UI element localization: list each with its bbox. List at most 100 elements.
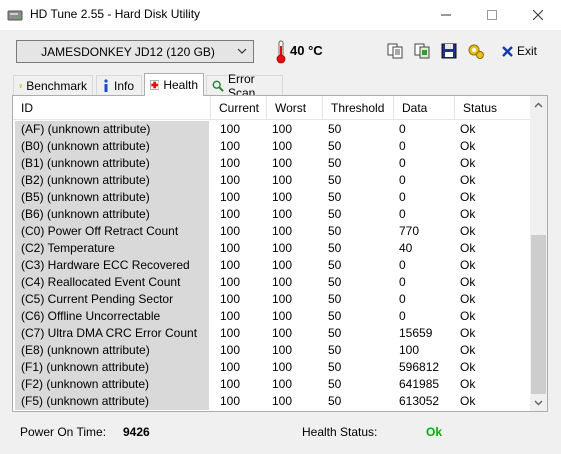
table-row[interactable]: (F5) (unknown attribute) 100 100 50 613052 Ok	[13, 393, 531, 410]
cell-data: 0	[399, 156, 406, 170]
cell-data: 596812	[399, 360, 440, 374]
drive-select[interactable]: JAMESDONKEY JD12 (120 GB)	[16, 40, 254, 63]
cell-worst: 100	[272, 377, 293, 391]
thermometer-icon	[276, 40, 286, 64]
column-header-current[interactable]: Current	[211, 96, 267, 120]
cell-id: (F1) (unknown attribute)	[15, 359, 209, 376]
cell-status: Ok	[460, 275, 476, 289]
tab-health[interactable]: Health	[144, 73, 204, 96]
cell-status: Ok	[460, 309, 476, 323]
table-row[interactable]: (F2) (unknown attribute) 100 100 50 641985 Ok	[13, 376, 531, 393]
cell-data: 0	[399, 207, 406, 221]
cell-worst: 100	[272, 156, 293, 170]
smart-attribute-list[interactable]: ID Current Worst Threshold Data Status (…	[12, 95, 548, 412]
save-button[interactable]	[438, 40, 460, 62]
cell-current: 100	[220, 173, 241, 187]
list-header: ID Current Worst Threshold Data Status	[13, 96, 531, 120]
drive-select-value: JAMESDONKEY JD12 (120 GB)	[41, 44, 215, 59]
cell-current: 100	[220, 275, 241, 289]
cell-status: Ok	[460, 122, 476, 136]
cell-id: (C3) Hardware ECC Recovered	[15, 257, 209, 274]
cell-status: Ok	[460, 394, 476, 408]
cell-threshold: 50	[328, 292, 342, 306]
column-header-id[interactable]: ID	[13, 96, 211, 120]
close-button[interactable]	[515, 0, 561, 30]
exit-button[interactable]: Exit	[501, 40, 537, 62]
vertical-scrollbar[interactable]	[530, 96, 547, 411]
cell-status: Ok	[460, 190, 476, 204]
table-row[interactable]: (AF) (unknown attribute) 100 100 50 0 Ok	[13, 121, 531, 138]
cell-worst: 100	[272, 258, 293, 272]
table-row[interactable]: (B6) (unknown attribute) 100 100 50 0 Ok	[13, 206, 531, 223]
cell-id: (C0) Power Off Retract Count	[15, 223, 209, 240]
chevron-up-icon	[534, 102, 543, 107]
column-header-threshold[interactable]: Threshold	[323, 96, 394, 120]
cell-threshold: 50	[328, 394, 342, 408]
table-row[interactable]: (B5) (unknown attribute) 100 100 50 0 Ok	[13, 189, 531, 206]
table-row[interactable]: (C7) Ultra DMA CRC Error Count 100 100 50 15…	[13, 325, 531, 342]
maximize-button[interactable]	[469, 0, 515, 30]
minimize-button[interactable]	[423, 0, 469, 30]
table-row[interactable]: (C5) Current Pending Sector 100 100 50 0 Ok	[13, 291, 531, 308]
column-header-data[interactable]: Data	[394, 96, 455, 120]
health-footer: Power On Time: 9426 Health Status: Ok	[0, 412, 561, 454]
tab-info[interactable]: Info	[96, 75, 142, 95]
cell-threshold: 50	[328, 326, 342, 340]
scroll-down-button[interactable]	[530, 394, 547, 411]
cell-worst: 100	[272, 292, 293, 306]
cell-current: 100	[220, 326, 241, 340]
tab-benchmark[interactable]: Benchmark	[13, 75, 93, 95]
tab-label: Info	[114, 78, 135, 93]
cell-id: (F5) (unknown attribute)	[15, 393, 209, 410]
cell-id: (C5) Current Pending Sector	[15, 291, 209, 308]
tab-label: Benchmark	[26, 78, 87, 93]
scroll-up-button[interactable]	[530, 96, 547, 113]
cell-data: 0	[399, 275, 406, 289]
table-row[interactable]: (B2) (unknown attribute) 100 100 50 0 Ok	[13, 172, 531, 189]
cell-current: 100	[220, 360, 241, 374]
cell-status: Ok	[460, 258, 476, 272]
cell-current: 100	[220, 394, 241, 408]
cell-current: 100	[220, 292, 241, 306]
cell-worst: 100	[272, 173, 293, 187]
minimize-icon	[441, 14, 451, 16]
cell-current: 100	[220, 122, 241, 136]
table-row[interactable]: (F1) (unknown attribute) 100 100 50 596812 Ok	[13, 359, 531, 376]
cell-worst: 100	[272, 190, 293, 204]
table-row[interactable]: (B0) (unknown attribute) 100 100 50 0 Ok	[13, 138, 531, 155]
cell-threshold: 50	[328, 173, 342, 187]
table-row[interactable]: (C2) Temperature 100 100 50 40 Ok	[13, 240, 531, 257]
cell-data: 0	[399, 309, 406, 323]
cell-id: (C6) Offline Uncorrectable	[15, 308, 209, 325]
cell-worst: 100	[272, 309, 293, 323]
benchmark-icon	[19, 83, 22, 88]
cell-threshold: 50	[328, 241, 342, 255]
options-button[interactable]	[465, 40, 487, 62]
copy-screenshot-button[interactable]	[411, 40, 433, 62]
table-row[interactable]: (C3) Hardware ECC Recovered 100 100 50 0 Ok	[13, 257, 531, 274]
cell-id: (B2) (unknown attribute)	[15, 172, 209, 189]
cell-status: Ok	[460, 224, 476, 238]
cell-threshold: 50	[328, 360, 342, 374]
table-row[interactable]: (C0) Power Off Retract Count 100 100 50 770 O…	[13, 223, 531, 240]
table-row[interactable]: (C4) Reallocated Event Count 100 100 50 0 Ok	[13, 274, 531, 291]
window-title: HD Tune 2.55 - Hard Disk Utility	[30, 7, 201, 21]
cell-worst: 100	[272, 275, 293, 289]
cell-threshold: 50	[328, 258, 342, 272]
table-row[interactable]: (B1) (unknown attribute) 100 100 50 0 Ok	[13, 155, 531, 172]
cell-data: 100	[399, 343, 420, 357]
copy-text-button[interactable]	[384, 40, 406, 62]
cell-current: 100	[220, 207, 241, 221]
cell-id: (B5) (unknown attribute)	[15, 189, 209, 206]
tab-error-scan[interactable]: Error Scan	[206, 72, 283, 100]
column-header-worst[interactable]: Worst	[267, 96, 323, 120]
cell-data: 613052	[399, 394, 440, 408]
column-header-status[interactable]: Status	[455, 96, 531, 120]
scrollbar-thumb[interactable]	[531, 235, 546, 394]
table-row[interactable]: (C6) Offline Uncorrectable 100 100 50 0 Ok	[13, 308, 531, 325]
table-row[interactable]: (E8) (unknown attribute) 100 100 50 100 Ok	[13, 342, 531, 359]
tab-label: Health	[163, 78, 198, 92]
cell-status: Ok	[460, 139, 476, 153]
options-icon	[468, 44, 484, 59]
cell-threshold: 50	[328, 309, 342, 323]
